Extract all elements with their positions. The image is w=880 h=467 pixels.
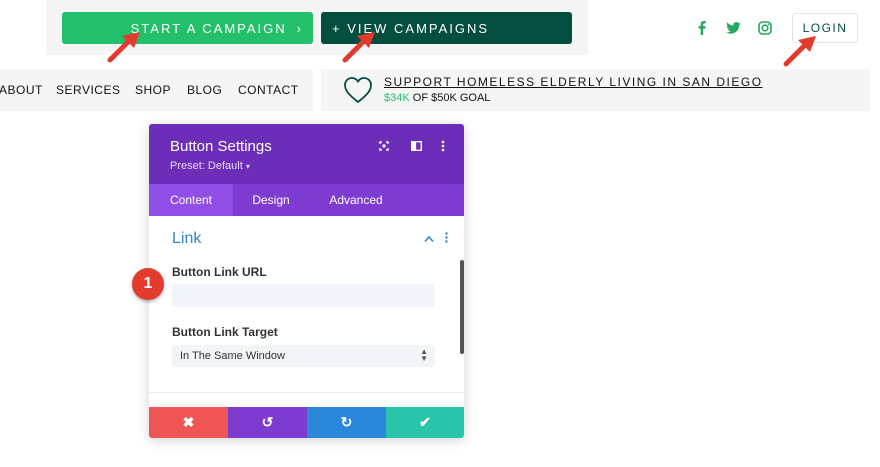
support-campaign-link[interactable]: SUPPORT HOMELESS ELDERLY LIVING IN SAN D… — [384, 75, 763, 89]
cancel-button[interactable]: ✖ — [149, 407, 228, 438]
annotation-arrow-icon — [783, 36, 816, 67]
start-campaign-button[interactable]: START A CAMPAIGN › — [62, 12, 313, 44]
undo-button[interactable]: ↺ — [228, 407, 307, 438]
undo-icon: ↺ — [261, 414, 274, 430]
tab-advanced[interactable]: Advanced — [315, 184, 397, 216]
twitter-icon[interactable] — [725, 20, 741, 36]
select-arrows-icon: ▲ ▼ — [420, 347, 428, 363]
select-value: In The Same Window — [180, 350, 285, 362]
nav-item-services[interactable]: SERVICES — [56, 83, 120, 97]
instagram-icon[interactable] — [757, 20, 773, 36]
annotation-arrow-icon — [107, 32, 140, 63]
save-button[interactable]: ✔ — [386, 407, 464, 438]
redo-button[interactable]: ↻ — [307, 407, 386, 438]
button-link-url-label: Button Link URL — [172, 265, 267, 279]
nav-item-shop[interactable]: SHOP — [135, 83, 171, 97]
section-options-icon[interactable] — [445, 232, 448, 246]
annotation-arrow-icon — [342, 32, 375, 63]
preset-label: Preset: Default — [170, 160, 243, 172]
panel-scrollbar[interactable] — [460, 260, 464, 354]
tab-content[interactable]: Content — [149, 184, 233, 216]
annotation-badge: 1 — [132, 268, 164, 300]
chevron-up-icon[interactable] — [424, 232, 434, 246]
check-icon: ✔ — [419, 414, 431, 430]
split-view-icon[interactable] — [408, 138, 424, 154]
support-goal: $34K OF $50K GOAL — [384, 92, 490, 104]
caret-down-icon: ▾ — [245, 162, 250, 171]
raised-amount: $34K — [384, 92, 410, 104]
close-icon: ✖ — [182, 414, 195, 430]
nav-item-blog[interactable]: BLOG — [187, 83, 222, 97]
heart-icon — [343, 76, 373, 109]
redo-icon: ↻ — [340, 414, 353, 430]
expand-icon[interactable] — [376, 138, 392, 154]
divider — [149, 392, 464, 393]
button-link-target-label: Button Link Target — [172, 325, 278, 339]
chevron-right-icon: › — [296, 20, 301, 36]
start-campaign-label: START A CAMPAIGN — [130, 20, 287, 36]
tab-design[interactable]: Design — [233, 184, 309, 216]
more-options-icon[interactable] — [435, 138, 451, 154]
panel-title: Button Settings — [170, 138, 272, 155]
button-settings-panel: Button Settings Preset: Default ▾ Conten… — [149, 124, 464, 438]
button-link-url-input[interactable] — [172, 284, 435, 307]
nav-item-contact[interactable]: CONTACT — [238, 83, 299, 97]
link-section-title[interactable]: Link — [172, 230, 201, 248]
preset-dropdown[interactable]: Preset: Default ▾ — [170, 160, 250, 172]
goal-text: OF $50K GOAL — [412, 92, 491, 104]
button-link-target-select[interactable]: In The Same Window ▲ ▼ — [172, 345, 435, 367]
facebook-icon[interactable] — [694, 20, 710, 36]
nav-item-about[interactable]: ABOUT — [0, 83, 43, 97]
